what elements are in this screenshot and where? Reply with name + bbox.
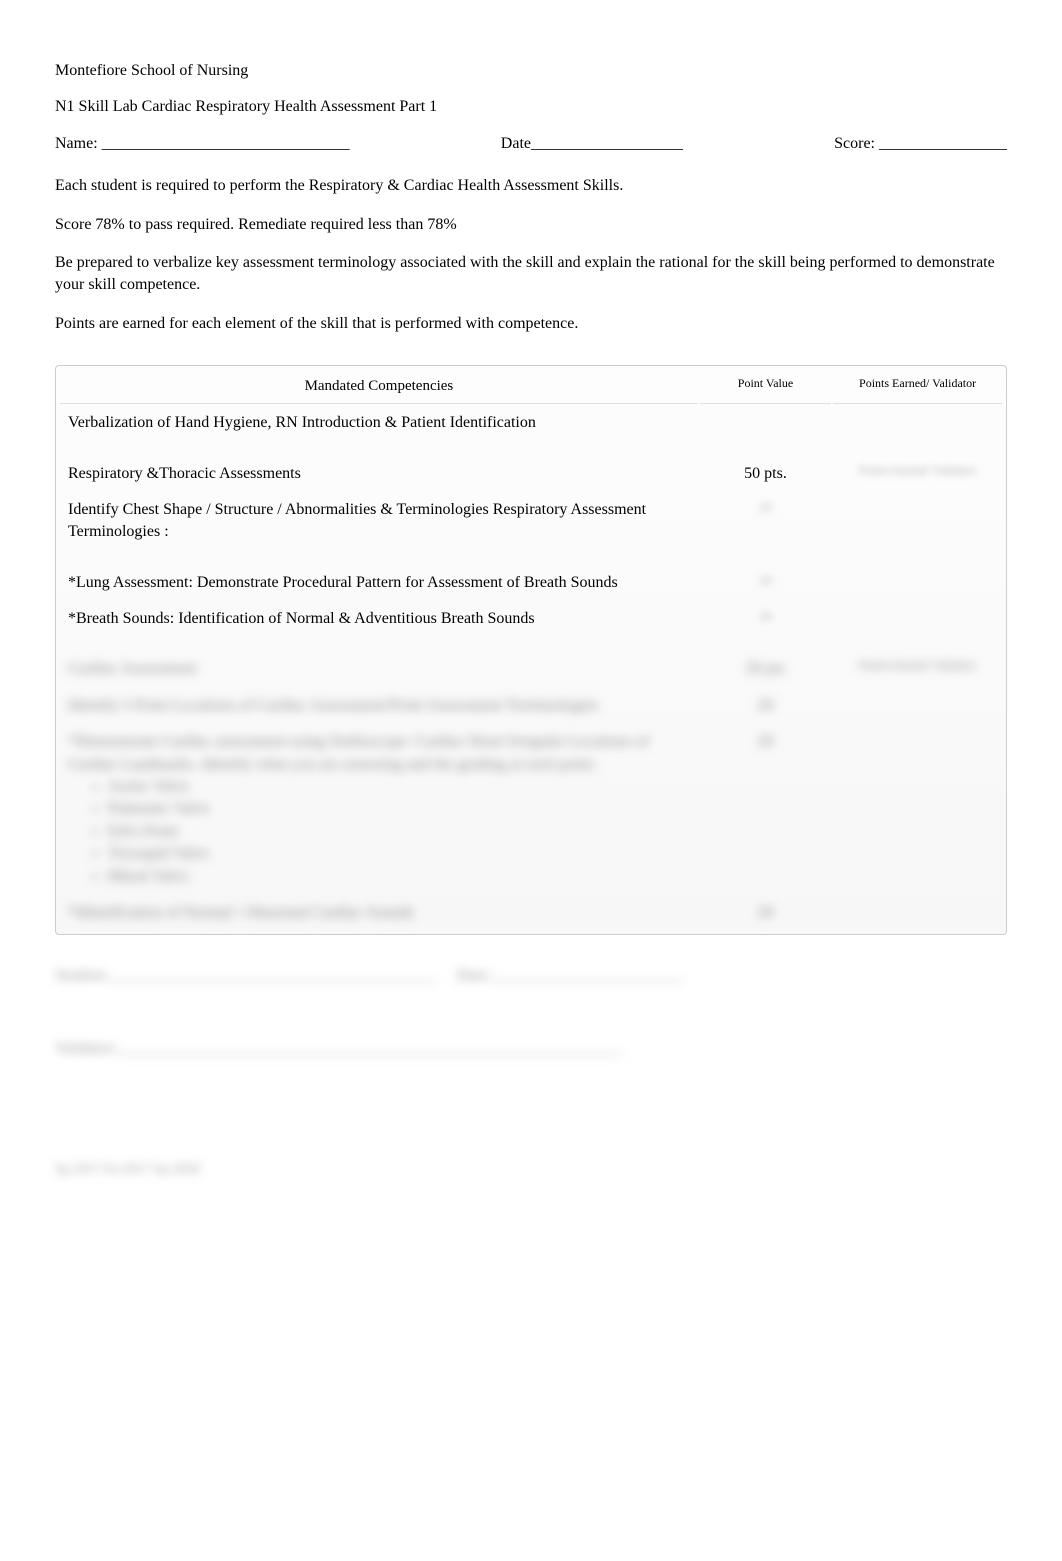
instruction-2: Score 78% to pass required. Remediate re… <box>55 214 1007 236</box>
cell-pv: 50 pts <box>700 652 831 686</box>
cell-pe <box>833 725 1002 894</box>
cell-comp: Respiratory &Thoracic Assessments <box>60 457 698 491</box>
cell-pe <box>833 896 1002 930</box>
cell-pe <box>833 566 1002 600</box>
table-row: *Breath Sounds: Identification of Normal… <box>60 602 1002 636</box>
score-field: Score: ________________ <box>834 133 1007 155</box>
cell-comp: Identify 5 Point Locations of Cardiac As… <box>60 689 698 723</box>
doc-title: N1 Skill Lab Cardiac Respiratory Health … <box>55 96 1007 118</box>
cell-pv: 20 <box>700 602 831 636</box>
table-row-blurred: *Demonstrate Cardiac assessment using St… <box>60 725 1002 894</box>
table-row: Respiratory &Thoracic Assessments 50 pts… <box>60 457 1002 491</box>
instruction-1: Each student is required to perform the … <box>55 175 1007 197</box>
th-points-earned: Points Earned/ Validator <box>833 370 1002 404</box>
school-name: Montefiore School of Nursing <box>55 60 1007 82</box>
cell-pv: 20 <box>700 896 831 930</box>
competency-table: Mandated Competencies Point Value Points… <box>55 365 1007 935</box>
cell-pv: 20 <box>700 493 831 550</box>
signature-validator-row: Validator:______________________________… <box>55 1038 1007 1060</box>
cell-pv: 20 <box>700 566 831 600</box>
cell-pv <box>700 406 831 440</box>
th-point-value: Point Value <box>700 370 831 404</box>
date-field: Date___________________ <box>501 133 683 155</box>
cell-pe <box>833 602 1002 636</box>
instruction-3: Be prepared to verbalize key assessment … <box>55 252 1007 297</box>
cell-pe <box>833 689 1002 723</box>
cell-comp: *Demonstrate Cardiac assessment using St… <box>60 725 698 894</box>
instruction-4: Points are earned for each element of th… <box>55 313 1007 335</box>
student-sig: Student:________________________________… <box>55 967 436 984</box>
table-row: Identify Chest Shape / Structure / Abnor… <box>60 493 1002 550</box>
cell-comp: *Identification of Normal / Abnormal Car… <box>60 896 698 930</box>
cell-comp: Verbalization of Hand Hygiene, RN Introd… <box>60 406 698 440</box>
table-row: Verbalization of Hand Hygiene, RN Introd… <box>60 406 1002 440</box>
name-field: Name: _______________________________ <box>55 133 350 155</box>
cell-pe <box>833 406 1002 440</box>
cell-comp: *Breath Sounds: Identification of Normal… <box>60 602 698 636</box>
footer-dates: Sp 2017 Fa 2017 Sp 2020 <box>55 1160 1007 1180</box>
cell-comp: Cardiac Assessment <box>60 652 698 686</box>
info-row: Name: _______________________________ Da… <box>55 133 1007 155</box>
table-row-blurred: Identify 5 Point Locations of Cardiac As… <box>60 689 1002 723</box>
cell-comp: Identify Chest Shape / Structure / Abnor… <box>60 493 698 550</box>
cell-comp: *Lung Assessment: Demonstrate Procedural… <box>60 566 698 600</box>
cell-pe: Points Earned/ Validator <box>833 652 1002 686</box>
cell-pe: Points Earned/ Validator <box>833 457 1002 491</box>
sig-date: Date:________________________ <box>456 967 683 984</box>
cell-pe <box>833 493 1002 550</box>
table-row-blurred: *Identification of Normal / Abnormal Car… <box>60 896 1002 930</box>
cell-pv: 50 pts. <box>700 457 831 491</box>
table-row-blurred: Cardiac Assessment 50 pts Points Earned/… <box>60 652 1002 686</box>
cell-pv: 20 <box>700 689 831 723</box>
table-row: *Lung Assessment: Demonstrate Procedural… <box>60 566 1002 600</box>
cell-pv: 20 <box>700 725 831 894</box>
validator-sig: Validator:______________________________… <box>55 1040 622 1057</box>
th-competencies: Mandated Competencies <box>60 370 698 404</box>
signature-student-row: Student:________________________________… <box>55 965 1007 987</box>
